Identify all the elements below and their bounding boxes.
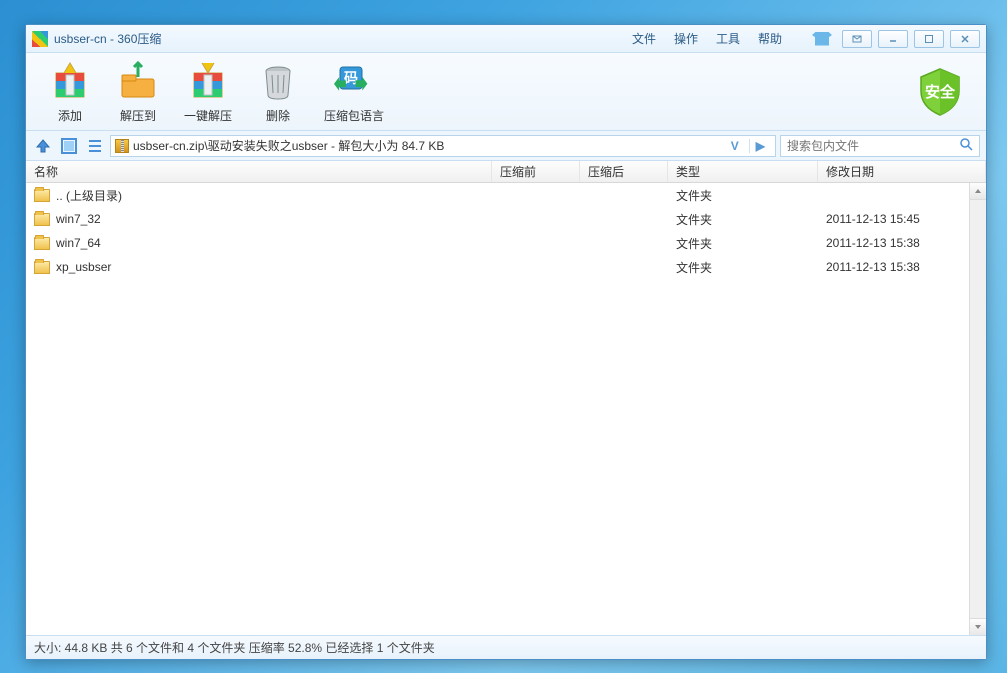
- security-badge[interactable]: 安全: [912, 64, 968, 120]
- language-label: 压缩包语言: [324, 107, 384, 124]
- path-field[interactable]: usbser-cn.zip\驱动安装失败之usbser - 解包大小为 84.7…: [110, 135, 776, 157]
- file-type: 文件夹: [668, 211, 818, 228]
- delete-label: 删除: [266, 107, 290, 124]
- search-input[interactable]: [787, 139, 959, 153]
- file-date: 2011-12-13 15:38: [818, 236, 986, 250]
- one-click-icon: [186, 59, 230, 103]
- app-window: usbser-cn - 360压缩 文件 操作 工具 帮助 添加 解压到: [25, 24, 987, 660]
- file-list: .. (上级目录) 文件夹 win7_32 文件夹 2011-12-13 15:…: [26, 183, 986, 635]
- menu-bar: 文件 操作 工具 帮助: [632, 30, 782, 47]
- file-name: win7_64: [56, 236, 101, 250]
- view-icons-button[interactable]: [58, 135, 80, 157]
- list-item[interactable]: win7_32 文件夹 2011-12-13 15:45: [26, 207, 986, 231]
- search-icon[interactable]: [959, 137, 973, 154]
- path-dropdown-icon[interactable]: V: [725, 139, 745, 153]
- menu-help[interactable]: 帮助: [758, 30, 782, 47]
- extract-to-button[interactable]: 解压到: [104, 55, 172, 128]
- navigation-bar: usbser-cn.zip\驱动安装失败之usbser - 解包大小为 84.7…: [26, 131, 986, 161]
- menu-tools[interactable]: 工具: [716, 30, 740, 47]
- status-text: 大小: 44.8 KB 共 6 个文件和 4 个文件夹 压缩率 52.8% 已经…: [34, 639, 435, 656]
- folder-icon: [34, 261, 50, 274]
- title-bar[interactable]: usbser-cn - 360压缩 文件 操作 工具 帮助: [26, 25, 986, 53]
- add-button[interactable]: 添加: [36, 55, 104, 128]
- skin-icon[interactable]: [812, 32, 832, 46]
- col-before[interactable]: 压缩前: [492, 161, 580, 182]
- app-icon: [32, 31, 48, 47]
- file-date: 2011-12-13 15:45: [818, 212, 986, 226]
- extract-to-label: 解压到: [120, 107, 156, 124]
- list-item[interactable]: xp_usbser 文件夹 2011-12-13 15:38: [26, 255, 986, 279]
- close-button[interactable]: [950, 30, 980, 48]
- folder-icon: [34, 237, 50, 250]
- up-button[interactable]: [32, 135, 54, 157]
- file-type: 文件夹: [668, 259, 818, 276]
- file-type: 文件夹: [668, 235, 818, 252]
- toolbar: 添加 解压到 一键解压 删除 码 压缩包语言 安: [26, 53, 986, 131]
- list-item[interactable]: .. (上级目录) 文件夹: [26, 183, 986, 207]
- path-text: usbser-cn.zip\驱动安装失败之usbser - 解包大小为 84.7…: [133, 137, 721, 154]
- folder-icon: [34, 189, 50, 202]
- col-after[interactable]: 压缩后: [580, 161, 668, 182]
- column-headers: 名称 压缩前 压缩后 类型 修改日期: [26, 161, 986, 183]
- add-label: 添加: [58, 107, 82, 124]
- col-name[interactable]: 名称: [26, 161, 492, 182]
- file-name: .. (上级目录): [56, 187, 122, 204]
- file-date: 2011-12-13 15:38: [818, 260, 986, 274]
- language-icon: 码: [332, 59, 376, 103]
- col-date[interactable]: 修改日期: [818, 161, 986, 182]
- svg-text:安全: 安全: [925, 83, 956, 101]
- delete-button[interactable]: 删除: [244, 55, 312, 128]
- zip-icon: [115, 139, 129, 153]
- one-click-extract-button[interactable]: 一键解压: [172, 55, 244, 128]
- col-type[interactable]: 类型: [668, 161, 818, 182]
- add-icon: [48, 59, 92, 103]
- scroll-down-icon[interactable]: [970, 618, 986, 635]
- search-field[interactable]: [780, 135, 980, 157]
- view-list-button[interactable]: [84, 135, 106, 157]
- vertical-scrollbar[interactable]: [969, 183, 986, 635]
- file-name: xp_usbser: [56, 260, 111, 274]
- one-click-label: 一键解压: [184, 107, 232, 124]
- list-item[interactable]: win7_64 文件夹 2011-12-13 15:38: [26, 231, 986, 255]
- status-bar: 大小: 44.8 KB 共 6 个文件和 4 个文件夹 压缩率 52.8% 已经…: [26, 635, 986, 659]
- scroll-up-icon[interactable]: [970, 183, 986, 200]
- extract-icon: [116, 59, 160, 103]
- menu-action[interactable]: 操作: [674, 30, 698, 47]
- language-button[interactable]: 码 压缩包语言: [312, 55, 396, 128]
- feedback-button[interactable]: [842, 30, 872, 48]
- trash-icon: [256, 59, 300, 103]
- window-title: usbser-cn - 360压缩: [54, 30, 161, 47]
- minimize-button[interactable]: [878, 30, 908, 48]
- file-name: win7_32: [56, 212, 101, 226]
- menu-file[interactable]: 文件: [632, 30, 656, 47]
- maximize-button[interactable]: [914, 30, 944, 48]
- file-type: 文件夹: [668, 187, 818, 204]
- folder-icon: [34, 213, 50, 226]
- path-go-icon[interactable]: ▶: [749, 139, 771, 153]
